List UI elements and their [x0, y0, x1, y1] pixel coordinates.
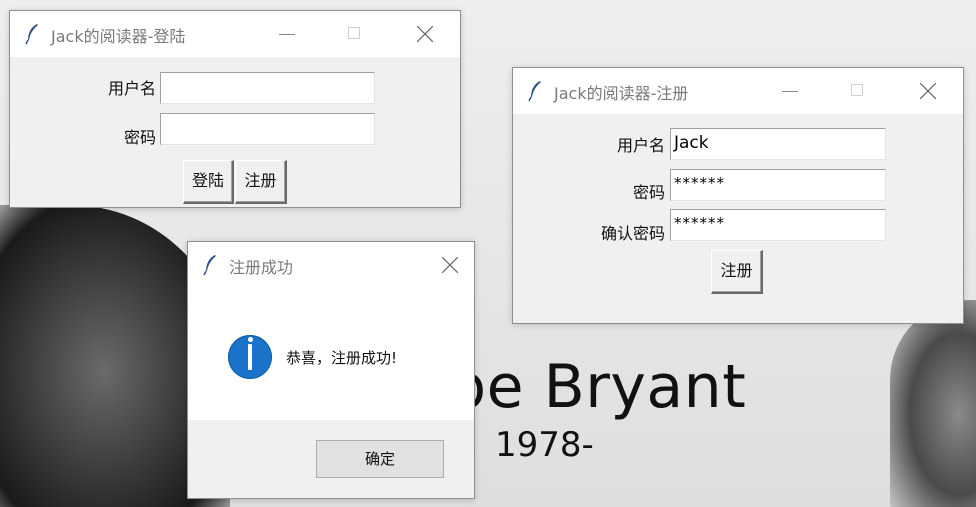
- confirm-password-input[interactable]: ******: [670, 209, 886, 241]
- login-button[interactable]: 登陆: [183, 160, 234, 204]
- register-button[interactable]: 注册: [235, 160, 287, 204]
- close-button[interactable]: [905, 68, 951, 114]
- wallpaper-name-text: be Bryant: [448, 352, 747, 422]
- feather-icon: [203, 255, 216, 276]
- username-input[interactable]: [160, 72, 375, 104]
- password-input[interactable]: ******: [670, 169, 886, 201]
- message-title: 注册成功: [229, 258, 294, 277]
- login-window: Jack的阅读器-登陆 用户名 密码 登陆 注册: [9, 10, 461, 208]
- close-button[interactable]: [427, 242, 473, 288]
- close-icon: [417, 26, 433, 42]
- register-titlebar[interactable]: Jack的阅读器-注册: [513, 68, 963, 114]
- register-window: Jack的阅读器-注册 用户名 Jack 密码 ****** 确认密码 ****…: [512, 67, 964, 324]
- username-label: 用户名: [107, 79, 156, 98]
- minimize-button[interactable]: [767, 68, 813, 114]
- maximize-button[interactable]: [835, 68, 881, 114]
- feather-icon: [25, 24, 38, 45]
- confirm-password-label: 确认密码: [600, 224, 665, 243]
- wallpaper-year-text: 1978-: [495, 425, 594, 465]
- minimize-button[interactable]: [264, 11, 310, 57]
- message-titlebar[interactable]: 注册成功: [188, 242, 474, 288]
- username-label: 用户名: [616, 136, 665, 155]
- login-titlebar[interactable]: Jack的阅读器-登陆: [10, 11, 460, 57]
- info-icon: [228, 335, 272, 379]
- close-icon: [920, 83, 936, 99]
- message-text: 恭喜，注册成功!: [286, 349, 398, 367]
- maximize-button[interactable]: [332, 11, 378, 57]
- close-icon: [442, 257, 458, 273]
- password-label: 密码: [123, 128, 156, 147]
- window-title: Jack的阅读器-登陆: [51, 27, 186, 46]
- username-input[interactable]: Jack: [670, 128, 886, 160]
- register-button[interactable]: 注册: [711, 250, 763, 294]
- password-input[interactable]: [160, 113, 375, 145]
- ok-button[interactable]: 确定: [316, 440, 444, 478]
- window-title: Jack的阅读器-注册: [554, 84, 689, 103]
- close-button[interactable]: [402, 11, 448, 57]
- password-label: 密码: [632, 183, 665, 202]
- feather-icon: [528, 81, 541, 102]
- wallpaper-photo-right: [890, 300, 976, 507]
- message-box: 注册成功 恭喜，注册成功! 确定: [187, 241, 475, 499]
